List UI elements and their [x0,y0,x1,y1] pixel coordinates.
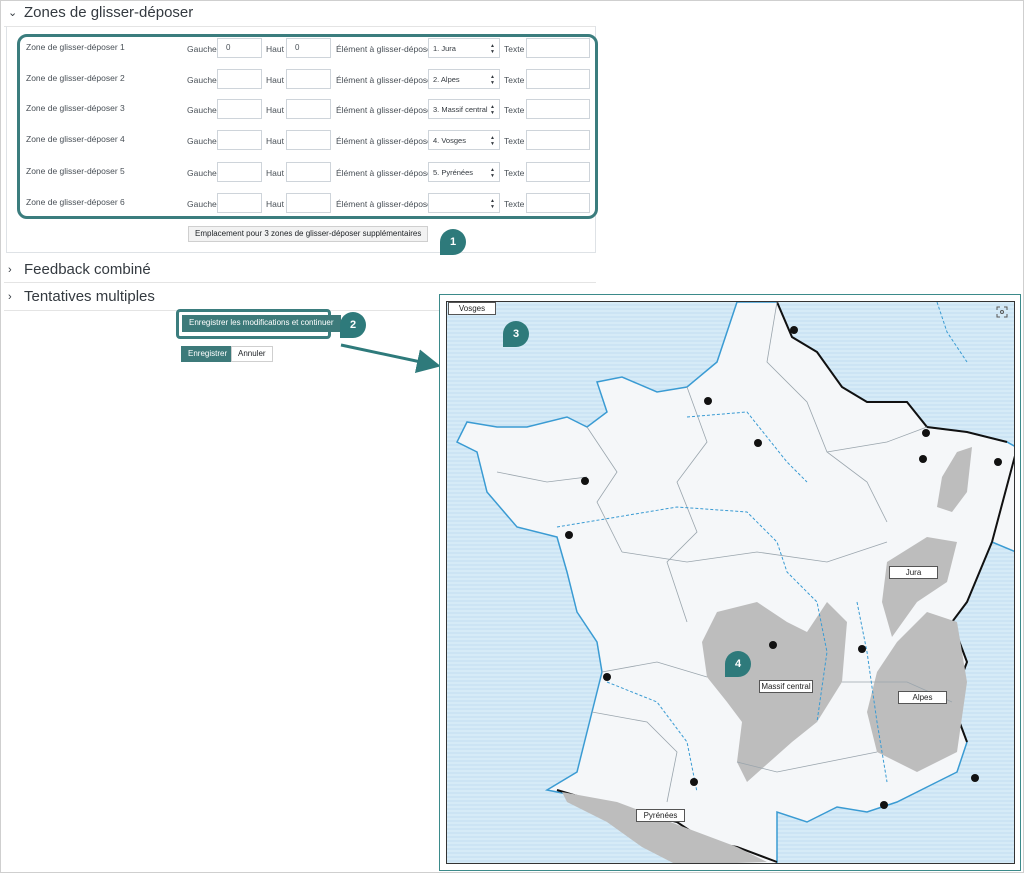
map-label-vosges[interactable]: Vosges [448,302,496,315]
chevron-right-icon: › [8,290,12,303]
france-map [446,301,1015,864]
cancel-button[interactable]: Annuler [231,346,273,362]
add-zones-button[interactable]: Emplacement pour 3 zones de glisser-dépo… [188,226,429,242]
fullscreen-icon[interactable] [996,306,1008,318]
section-divider [4,282,596,283]
section-feedback-title: Feedback combiné [24,261,151,278]
callout-3: 3 [503,321,529,347]
chevron-right-icon: › [8,263,12,276]
highlight-zones [17,34,598,219]
callout-2: 2 [340,312,366,338]
chevron-down-icon: ⌄ [8,7,18,19]
save-button[interactable]: Enregistrer [181,346,235,362]
map-label-jura[interactable]: Jura [889,566,938,579]
france-map-image [447,302,1014,863]
section-feedback-header[interactable]: › Feedback combiné [8,261,151,278]
section-attempts-title: Tentatives multiples [24,288,155,305]
map-label-alpes[interactable]: Alpes [898,691,947,704]
arrow-icon [340,343,441,373]
section-zones-header[interactable]: ⌄ Zones de glisser-déposer [8,4,193,21]
section-attempts-header[interactable]: › Tentatives multiples [8,288,155,305]
map-label-massif-central[interactable]: Massif central [759,680,813,693]
save-continue-button[interactable]: Enregistrer les modifications et continu… [182,315,341,332]
callout-4: 4 [725,651,751,677]
map-label-pyrenees[interactable]: Pyrénées [636,809,685,822]
callout-1: 1 [440,229,466,255]
section-zones-title: Zones de glisser-déposer [24,4,194,21]
